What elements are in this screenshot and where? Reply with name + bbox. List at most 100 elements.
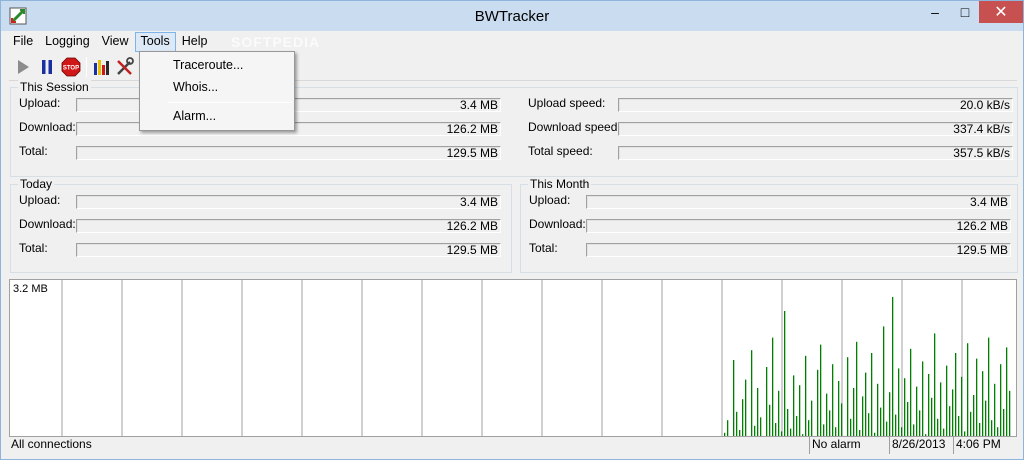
graph-bar — [838, 381, 840, 437]
title-bar[interactable]: BWTracker – □ ✕ — [1, 1, 1023, 31]
tools-dropdown-menu: Traceroute... Whois... Alarm... — [139, 51, 295, 131]
session-total-speed-label: Total speed: — [528, 144, 593, 158]
today-download-label: Download: — [19, 217, 76, 231]
report-icon[interactable] — [92, 57, 112, 77]
graph-bar — [775, 423, 777, 437]
session-download-speed-label: Download speed: — [528, 120, 621, 134]
today-total-label: Total: — [19, 241, 48, 255]
graph-bar — [904, 378, 906, 437]
graph-bar — [961, 376, 963, 437]
graph-bar — [946, 365, 948, 437]
menu-item-whois[interactable]: Whois... — [173, 80, 218, 94]
menu-separator — [168, 102, 292, 103]
graph-bar — [1006, 347, 1008, 437]
graph-bar — [877, 383, 879, 437]
graph-bar — [778, 390, 780, 437]
graph-bar — [985, 400, 987, 437]
graph-bar — [994, 383, 996, 437]
month-upload-label: Upload: — [529, 193, 571, 207]
graph-bar — [910, 348, 912, 437]
month-download-label: Download: — [529, 217, 586, 231]
menu-item-traceroute[interactable]: Traceroute... — [173, 58, 243, 72]
today-group: Today Upload: 3.4 MB Download: 126.2 MB … — [10, 177, 512, 273]
graph-bar — [1009, 390, 1011, 437]
graph-bar — [871, 353, 873, 437]
graph-bar — [976, 358, 978, 437]
today-title: Today — [18, 177, 55, 191]
graph-bar — [883, 326, 885, 437]
graph-bar — [937, 418, 939, 437]
close-button[interactable]: ✕ — [979, 1, 1023, 23]
status-bar: All connections No alarm 8/26/2013 4:06 … — [9, 436, 1017, 454]
this-month-group: This Month Upload: 3.4 MB Download: 126.… — [520, 177, 1018, 273]
graph-bar — [928, 374, 930, 437]
graph-bar — [922, 361, 924, 437]
graph-bar — [787, 409, 789, 437]
graph-bar — [769, 404, 771, 437]
menu-view[interactable]: View — [96, 32, 135, 52]
graph-bar — [766, 367, 768, 437]
graph-bar — [784, 311, 786, 437]
graph-bar — [958, 416, 960, 437]
today-upload-value: 3.4 MB — [76, 195, 501, 209]
play-icon[interactable] — [13, 57, 33, 77]
pause-icon[interactable] — [37, 57, 57, 77]
graph-bar — [811, 400, 813, 437]
stop-icon[interactable]: STOP — [61, 57, 81, 77]
status-date: 8/26/2013 — [889, 437, 953, 454]
bandwidth-graph-canvas — [61, 280, 1011, 437]
status-time: 4:06 PM — [953, 437, 1017, 454]
graph-bar — [760, 417, 762, 437]
menu-help[interactable]: Help — [176, 32, 214, 52]
menu-bar: File Logging View Tools Help — [7, 32, 213, 52]
graph-bar — [889, 392, 891, 437]
today-upload-label: Upload: — [19, 193, 61, 207]
graph-bar — [850, 418, 852, 437]
this-session-title: This Session — [18, 80, 91, 94]
month-total-label: Total: — [529, 241, 558, 255]
menu-item-alarm[interactable]: Alarm... — [173, 109, 216, 123]
graph-bar — [736, 411, 738, 437]
graph-bar — [808, 420, 810, 437]
graph-bar — [853, 388, 855, 437]
graph-bar — [949, 406, 951, 437]
graph-bar — [898, 368, 900, 437]
graph-bar — [862, 396, 864, 437]
graph-bar — [886, 421, 888, 437]
tools-icon[interactable] — [115, 57, 135, 77]
minimize-button[interactable]: – — [920, 1, 950, 23]
graph-bar — [907, 402, 909, 437]
graph-bar — [931, 397, 933, 437]
graph-bar — [841, 403, 843, 437]
toolbar-separator — [86, 57, 87, 77]
month-total-value: 129.5 MB — [586, 243, 1011, 257]
graph-bar — [967, 343, 969, 437]
graph-bar — [799, 385, 801, 437]
bandwidth-graph: 3.2 MB — [9, 279, 1017, 437]
session-upload-speed-label: Upload speed: — [528, 96, 606, 110]
graph-bar — [895, 414, 897, 437]
graph-bar — [952, 389, 954, 437]
maximize-button[interactable]: □ — [950, 1, 980, 23]
today-download-value: 126.2 MB — [76, 219, 501, 233]
session-download-label: Download: — [19, 120, 76, 134]
graph-bar — [829, 410, 831, 437]
graph-bar — [970, 411, 972, 437]
menu-tools[interactable]: Tools — [134, 32, 176, 52]
graph-bar — [979, 423, 981, 437]
graph-bar — [733, 360, 735, 437]
graph-bar — [916, 386, 918, 437]
graph-bar — [757, 388, 759, 437]
menu-logging[interactable]: Logging — [39, 32, 96, 52]
graph-bar — [793, 375, 795, 437]
graph-bar — [991, 420, 993, 437]
session-upload-label: Upload: — [19, 96, 61, 110]
menu-file[interactable]: File — [7, 32, 39, 52]
graph-bar — [796, 416, 798, 437]
graph-bar — [856, 341, 858, 437]
graph-bar — [817, 369, 819, 437]
watermark: SOFTPEDIA — [231, 34, 321, 50]
graph-bar — [892, 297, 894, 437]
graph-bar — [1003, 409, 1005, 437]
graph-bar — [865, 372, 867, 437]
